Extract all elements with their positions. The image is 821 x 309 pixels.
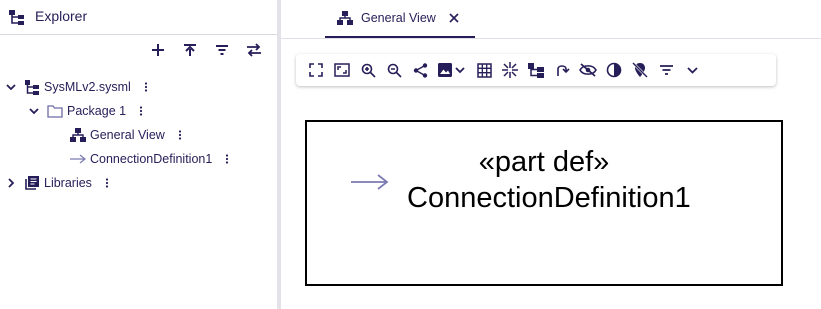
filter-icon bbox=[659, 65, 673, 75]
explorer-panel: Explorer SysMLv2.sysml Package 1 General… bbox=[0, 0, 277, 309]
tree-item-libraries[interactable]: Libraries bbox=[4, 172, 114, 194]
swap-icon bbox=[247, 43, 261, 57]
contrast-icon bbox=[606, 62, 622, 78]
fullscreen-button[interactable] bbox=[329, 57, 355, 83]
plus-icon bbox=[152, 44, 164, 56]
zoom-out-icon bbox=[387, 63, 402, 78]
tree-item-package[interactable]: Package 1 bbox=[27, 100, 148, 122]
more-vert-icon[interactable] bbox=[100, 175, 114, 191]
folder-icon bbox=[47, 103, 63, 119]
zoom-in-button[interactable] bbox=[355, 57, 381, 83]
pin-off-button[interactable] bbox=[627, 57, 653, 83]
part-def-node[interactable]: «part def» ConnectionDefinition1 bbox=[305, 120, 783, 286]
fit-to-screen-button[interactable] bbox=[303, 57, 329, 83]
redo-arrow-icon bbox=[557, 65, 570, 76]
more-vert-icon[interactable] bbox=[134, 103, 148, 119]
more-vert-icon[interactable] bbox=[139, 79, 153, 95]
redo-button[interactable] bbox=[549, 57, 575, 83]
share-icon bbox=[413, 62, 427, 78]
explorer-title: Explorer bbox=[35, 8, 88, 24]
diagram-toolbar bbox=[296, 54, 776, 86]
more-vert-icon[interactable] bbox=[173, 127, 187, 143]
tab-label: General View bbox=[361, 11, 436, 25]
node-name: ConnectionDefinition1 bbox=[407, 182, 691, 214]
upload-button[interactable] bbox=[179, 39, 201, 61]
tab-general-view[interactable]: General View bbox=[325, 0, 475, 38]
upload-icon bbox=[184, 44, 196, 56]
tree-item-label: Package 1 bbox=[67, 104, 127, 118]
more-vert-icon[interactable] bbox=[220, 151, 234, 167]
arrange-button[interactable] bbox=[523, 57, 549, 83]
share-button[interactable] bbox=[407, 57, 433, 83]
diagram-icon bbox=[337, 10, 353, 26]
sync-button[interactable] bbox=[243, 39, 265, 61]
tree-item-label: General View bbox=[90, 128, 165, 142]
zoom-out-button[interactable] bbox=[381, 57, 407, 83]
grid-button[interactable] bbox=[471, 57, 497, 83]
arrange-icon bbox=[528, 62, 544, 78]
pin-off-icon bbox=[632, 62, 648, 78]
chevron-right-icon[interactable] bbox=[4, 176, 18, 190]
model-tree-icon bbox=[24, 79, 40, 95]
node-stereotype: «part def» bbox=[478, 146, 610, 178]
tree-item-connection-definition[interactable]: ConnectionDefinition1 bbox=[70, 148, 234, 170]
connection-arrow-icon bbox=[70, 151, 86, 167]
tree-item-label: Libraries bbox=[44, 176, 92, 190]
hide-button[interactable] bbox=[575, 57, 601, 83]
close-icon[interactable] bbox=[447, 11, 461, 25]
diagram-canvas[interactable]: «part def» ConnectionDefinition1 bbox=[281, 96, 821, 309]
export-image-icon bbox=[438, 63, 465, 77]
collapse-button[interactable] bbox=[497, 57, 523, 83]
chevron-down-icon[interactable] bbox=[27, 104, 41, 118]
tree-item-general-view[interactable]: General View bbox=[70, 124, 187, 146]
hide-icon bbox=[579, 63, 597, 77]
fullscreen-icon bbox=[334, 63, 350, 77]
filter-icon bbox=[216, 45, 228, 55]
new-model-button[interactable] bbox=[147, 39, 169, 61]
library-icon bbox=[24, 175, 40, 191]
chevron-down-icon bbox=[686, 66, 698, 74]
more-tools-button[interactable] bbox=[679, 57, 705, 83]
contrast-button[interactable] bbox=[601, 57, 627, 83]
editor-area: General View «part def» ConnectionDefini… bbox=[281, 0, 821, 309]
zoom-in-icon bbox=[361, 63, 376, 78]
tree-item-label: ConnectionDefinition1 bbox=[90, 152, 213, 166]
explorer-header: Explorer bbox=[0, 0, 277, 35]
grid-icon bbox=[476, 62, 492, 78]
collapse-icon bbox=[502, 62, 518, 78]
tab-bar: General View bbox=[281, 0, 821, 39]
fit-to-screen-icon bbox=[309, 63, 323, 77]
export-image-button[interactable] bbox=[433, 57, 471, 83]
explorer-toolbar bbox=[147, 39, 265, 61]
diagram-icon bbox=[70, 127, 86, 143]
filter-diagram-button[interactable] bbox=[653, 57, 679, 83]
tree-item-model[interactable]: SysMLv2.sysml bbox=[4, 76, 153, 98]
explorer-tree-icon bbox=[8, 8, 26, 26]
chevron-down-icon[interactable] bbox=[4, 80, 18, 94]
filter-button[interactable] bbox=[211, 39, 233, 61]
tree-item-label: SysMLv2.sysml bbox=[44, 80, 131, 94]
